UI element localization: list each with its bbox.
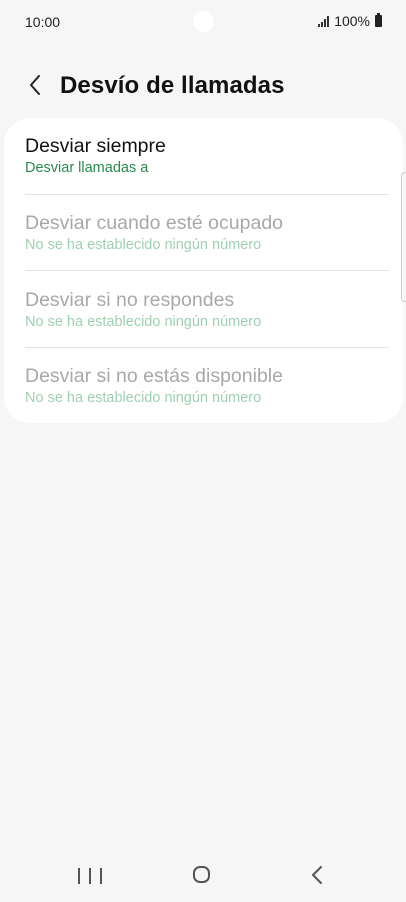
divider (25, 347, 389, 348)
signal-icon (318, 15, 330, 27)
call-forwarding-list: Desviar siempre Desviar llamadas a Desvi… (4, 118, 403, 423)
battery-percentage: 100% (334, 13, 370, 29)
home-icon[interactable] (193, 866, 210, 883)
front-camera (193, 11, 214, 32)
item-subtitle: No se ha establecido ningún número (25, 390, 262, 406)
list-item-forward-unreachable[interactable]: Desviar si no estás disponible No se ha … (25, 364, 385, 407)
item-subtitle: Desviar llamadas a (25, 160, 149, 176)
navigation-bar (0, 850, 406, 902)
list-item-forward-no-answer[interactable]: Desviar si no respondes No se ha estable… (25, 288, 385, 331)
back-icon[interactable] (308, 864, 328, 886)
list-item-forward-busy[interactable]: Desviar cuando esté ocupado No se ha est… (25, 211, 385, 254)
divider (25, 270, 389, 271)
status-bar: 10:00 100% (0, 0, 406, 44)
item-title: Desviar si no respondes (25, 289, 235, 311)
status-indicators: 100% (318, 13, 382, 29)
back-button[interactable] (18, 68, 52, 102)
page-title: Desvío de llamadas (60, 72, 285, 99)
item-subtitle: No se ha establecido ningún número (25, 314, 262, 330)
scrollbar[interactable] (401, 172, 406, 302)
list-item-always-forward[interactable]: Desviar siempre Desviar llamadas a (25, 134, 385, 177)
chevron-left-icon (30, 75, 40, 95)
battery-icon (375, 13, 382, 27)
item-title: Desviar cuando esté ocupado (25, 212, 284, 234)
item-title: Desviar siempre (25, 135, 166, 157)
item-title: Desviar si no estás disponible (25, 365, 283, 387)
item-subtitle: No se ha establecido ningún número (25, 237, 262, 253)
status-time: 10:00 (25, 14, 61, 30)
divider (25, 194, 389, 195)
app-header: Desvío de llamadas (0, 62, 406, 108)
recents-icon[interactable] (78, 866, 102, 886)
